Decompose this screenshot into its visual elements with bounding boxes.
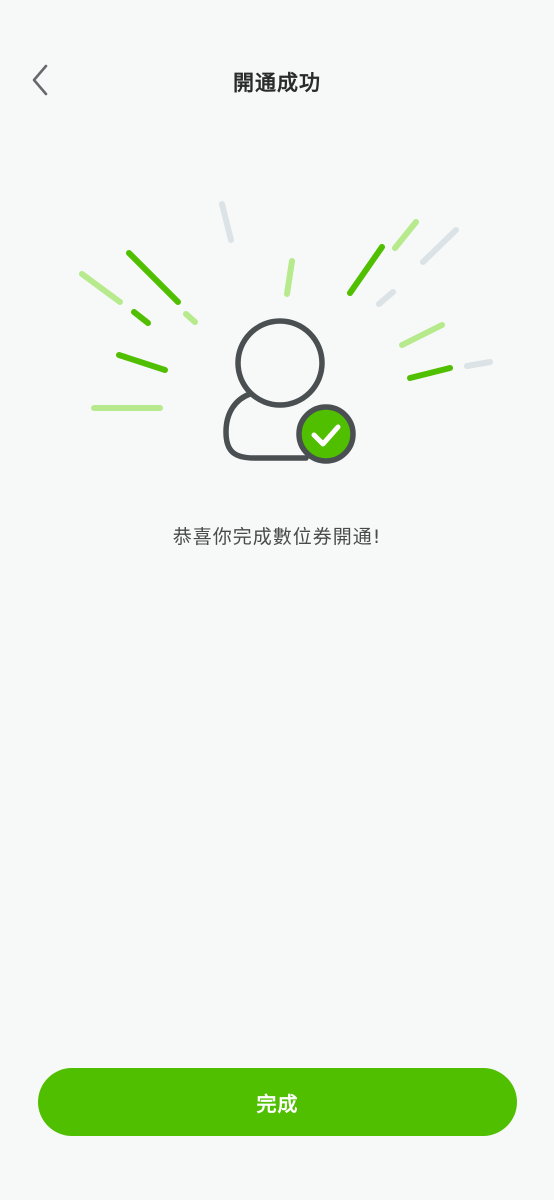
check-badge-icon	[296, 404, 356, 464]
page-title: 開通成功	[233, 71, 321, 95]
success-illustration	[0, 190, 554, 490]
done-button[interactable]: 完成	[38, 1068, 517, 1136]
celebration-rays	[79, 201, 493, 464]
success-message: 恭喜你完成數位券開通!	[172, 526, 382, 548]
app-header: 開通成功	[0, 40, 554, 124]
